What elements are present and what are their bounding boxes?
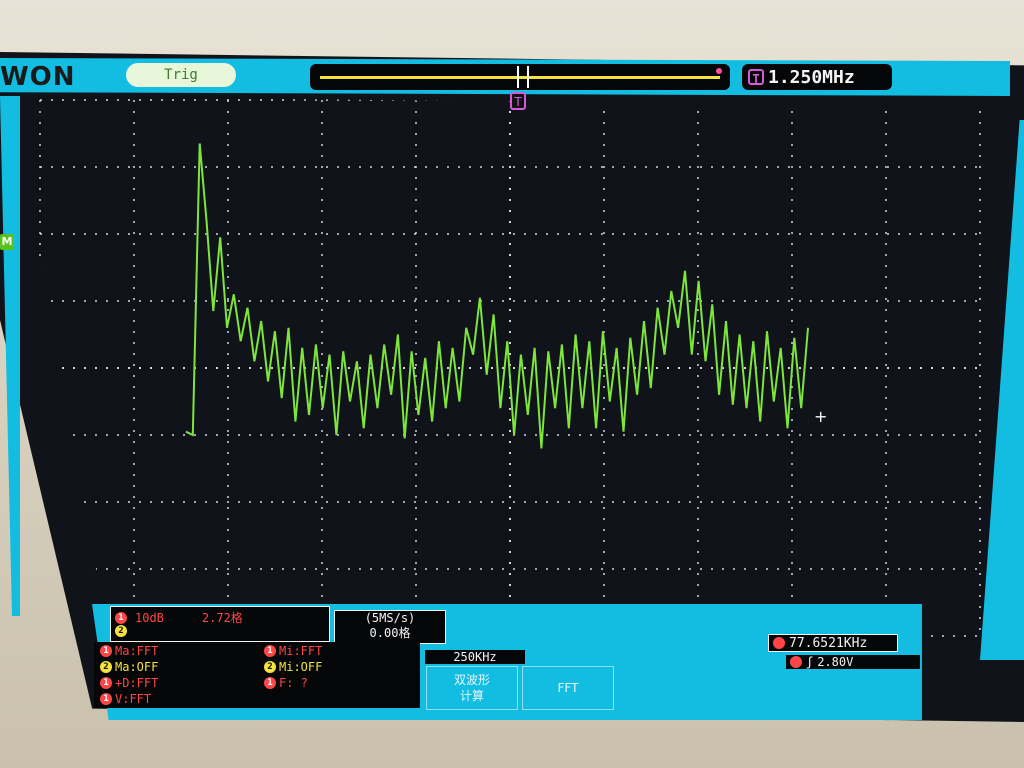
- freq-ch1-icon: [773, 637, 785, 649]
- fft-span: 250KHz: [425, 650, 525, 664]
- graticule-area: +: [10, 96, 1010, 646]
- measurement-channel-icon: 1: [264, 677, 276, 689]
- ch1-indicator-icon: 1: [115, 611, 127, 624]
- memory-position-bar[interactable]: [310, 64, 730, 90]
- brand-logo: WON: [0, 62, 76, 92]
- measurement-item: 1 Mi:FFT: [264, 644, 322, 658]
- measurement-channel-icon: 2: [100, 661, 112, 673]
- memory-window-marker: [517, 66, 529, 88]
- measurement-text: F: ?: [279, 676, 308, 690]
- measurement-text: Mi:FFT: [279, 644, 323, 658]
- sample-rate-box: (5MS/s) 0.00格: [334, 610, 446, 644]
- trigger-t-icon: T: [748, 69, 764, 86]
- trigger-level-box: ʃ 2.80V: [786, 655, 920, 669]
- measurement-item: 1 Ma:FFT: [100, 644, 158, 658]
- math-marker-icon: M: [0, 234, 14, 250]
- trigger-level-value: 2.80V: [817, 655, 854, 669]
- measurement-item: 1 V:FFT: [100, 692, 151, 706]
- math-label: 计算: [459, 689, 484, 703]
- measurement-text: V:FFT: [115, 692, 152, 706]
- measurement-channel-icon: 1: [100, 677, 112, 689]
- measurement-text: Ma:OFF: [115, 660, 159, 674]
- memory-trigger-dot: [716, 68, 722, 74]
- ch1-offset: 2.72格: [201, 611, 243, 625]
- dual-waveform-math-button[interactable]: 双波形 计算: [426, 666, 518, 710]
- measurement-item: 1 F: ?: [264, 676, 308, 690]
- ch2-indicator-icon: 2: [115, 625, 127, 637]
- measurement-channel-icon: 1: [264, 645, 276, 657]
- ch2-info-row: 2: [115, 625, 127, 637]
- trigger-frequency-value: 1.250MHz: [768, 66, 855, 88]
- frequency-counter: 77.6521KHz: [768, 634, 898, 652]
- measurement-item: 1 +D:FFT: [100, 676, 158, 690]
- fft-button[interactable]: FFT: [522, 666, 614, 710]
- trigger-position-icon: T: [510, 92, 526, 110]
- trigger-status-badge: Trig: [126, 63, 236, 87]
- trigger-source-icon: [790, 656, 802, 668]
- measurement-item: 2 Mi:OFF: [264, 660, 322, 674]
- measurement-channel-icon: 1: [100, 645, 112, 657]
- sample-rate: (5MS/s): [364, 611, 416, 625]
- rising-edge-icon: ʃ: [806, 655, 814, 669]
- measurement-text: +D:FFT: [115, 676, 159, 690]
- channel-info-box: 1 10dB 2.72格 2: [110, 606, 330, 642]
- horizontal-offset: 0.00格: [369, 626, 411, 640]
- measurement-channel-icon: 2: [264, 661, 276, 673]
- measurement-panel: 1 Ma:FFT 2 Ma:OFF 1 +D:FFT 1 V:FFT 1 Mi:FFT 2 Mi:OF…: [94, 642, 420, 708]
- cursor-crosshair: +: [814, 407, 827, 426]
- frequency-value: 77.6521KHz: [789, 635, 868, 651]
- measurement-item: 2 Ma:OFF: [100, 660, 158, 674]
- fft-plot: +: [39, 99, 981, 637]
- fft-trace: [185, 143, 809, 449]
- trigger-frequency-readout: T 1.250MHz: [742, 64, 892, 90]
- dual-waveform-label: 双波形: [453, 673, 490, 687]
- measurement-text: Ma:FFT: [115, 644, 159, 658]
- fft-label: FFT: [557, 681, 579, 695]
- ch1-scale: 10dB: [135, 610, 164, 625]
- measurement-text: Mi:OFF: [279, 660, 323, 674]
- measurement-channel-icon: 1: [100, 693, 112, 705]
- ch1-info-row: 1 10dB 2.72格: [115, 609, 243, 626]
